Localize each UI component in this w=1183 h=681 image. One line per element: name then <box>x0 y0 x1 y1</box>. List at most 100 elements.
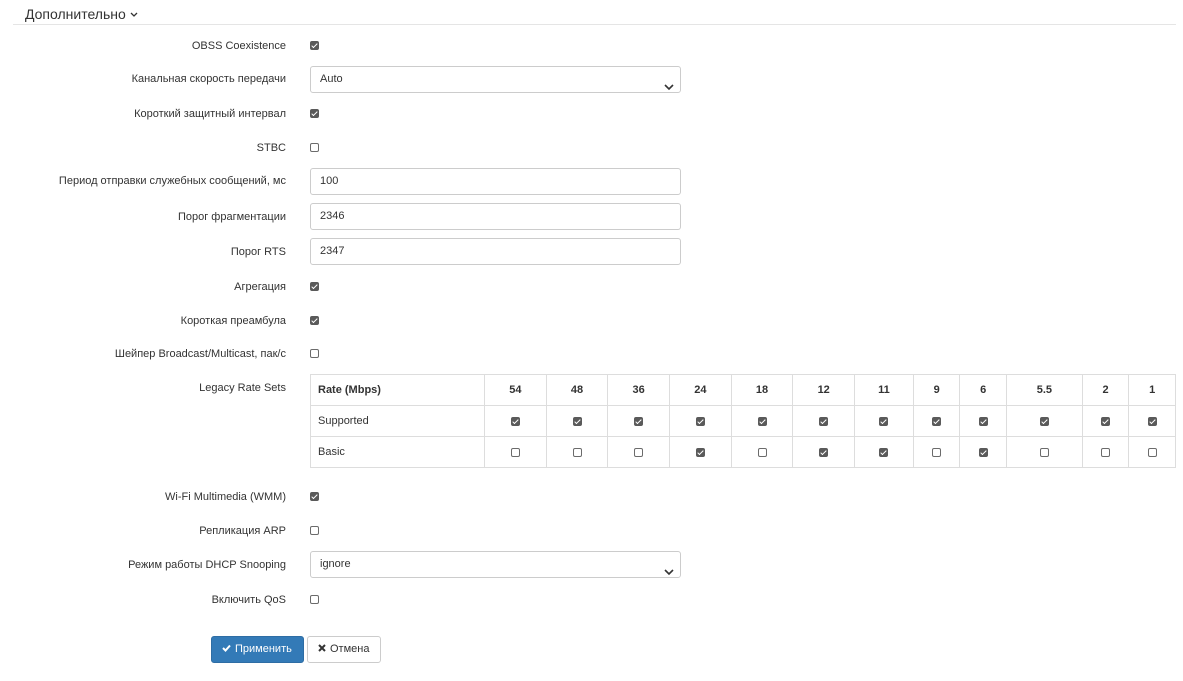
obss-label: OBSS Coexistence <box>191 40 286 52</box>
basic-rate-checkbox-24[interactable] <box>695 447 705 457</box>
rate-cell <box>1128 405 1176 437</box>
arp-label: Репликация ARP <box>199 525 286 537</box>
dhcp-select[interactable]: ignore <box>310 551 681 578</box>
check-icon <box>222 637 231 662</box>
basic-rate-checkbox-11[interactable] <box>879 447 889 457</box>
frag-input-value: 2346 <box>320 210 345 222</box>
supported-rate-checkbox-24[interactable] <box>695 416 705 426</box>
basic-rate-checkbox-36[interactable] <box>634 447 644 457</box>
rate-label: Канальная скорость передачи <box>131 73 286 85</box>
qos-label: Включить QoS <box>211 594 286 606</box>
rate-header-48: 48 <box>545 374 609 406</box>
wmm-checkbox[interactable] <box>310 492 319 501</box>
rates-header-row: Rate (Mbps) 54 48 36 24 18 12 11 9 6 5.5 2 1 <box>310 374 1176 406</box>
rate-cell <box>792 405 856 437</box>
rate-cell <box>1081 436 1130 468</box>
rates-basic-row: Basic <box>310 436 1176 468</box>
section-title[interactable]: Дополнительно <box>25 6 138 23</box>
rate-select[interactable]: Auto <box>310 66 681 93</box>
basic-rate-checkbox-1[interactable] <box>1147 447 1157 457</box>
rate-cell <box>854 436 914 468</box>
rate-cell <box>912 405 961 437</box>
chevron-down-icon <box>664 561 674 586</box>
cancel-button-label: Отмена <box>330 643 370 655</box>
basic-rate-checkbox-5.5[interactable] <box>1039 447 1049 457</box>
basic-rate-checkbox-54[interactable] <box>510 447 520 457</box>
supported-rate-checkbox-5.5[interactable] <box>1039 416 1049 426</box>
qos-checkbox[interactable] <box>310 595 319 604</box>
basic-rate-checkbox-12[interactable] <box>819 447 829 457</box>
aggr-checkbox[interactable] <box>310 282 319 291</box>
basic-rate-checkbox-6[interactable] <box>978 447 988 457</box>
stbc-checkbox[interactable] <box>310 143 319 152</box>
apply-button[interactable]: Применить <box>211 636 304 663</box>
frag-input[interactable]: 2346 <box>310 203 681 230</box>
rate-cell <box>959 436 1007 468</box>
supported-rate-checkbox-6[interactable] <box>978 416 988 426</box>
rts-label: Порог RTS <box>230 246 286 258</box>
times-icon <box>318 637 326 662</box>
arp-checkbox[interactable] <box>310 526 319 535</box>
sgi-checkbox[interactable] <box>310 109 319 118</box>
rate-header-11: 11 <box>854 374 914 406</box>
obss-checkbox[interactable] <box>310 41 319 50</box>
rate-cell <box>669 436 732 468</box>
supported-rate-checkbox-48[interactable] <box>572 416 582 426</box>
basic-rate-checkbox-9[interactable] <box>932 447 942 457</box>
supported-rate-checkbox-2[interactable] <box>1101 416 1111 426</box>
rates-supported-row: Supported <box>310 405 1176 437</box>
rate-header-18: 18 <box>730 374 794 406</box>
rts-input[interactable]: 2347 <box>310 238 681 265</box>
supported-rate-checkbox-11[interactable] <box>879 416 889 426</box>
shaper-label: Шейпер Broadcast/Multicast, пак/с <box>114 348 286 360</box>
shaper-checkbox[interactable] <box>310 349 319 358</box>
supported-rate-checkbox-36[interactable] <box>634 416 644 426</box>
beacon-input-value: 100 <box>320 175 339 187</box>
beacon-label: Период отправки служебных сообщений, мс <box>58 175 286 187</box>
supported-rate-checkbox-1[interactable] <box>1147 416 1157 426</box>
rates-table: Rate (Mbps) 54 48 36 24 18 12 11 9 6 5.5 2 1 Suppor… <box>310 374 1176 468</box>
supported-rate-checkbox-12[interactable] <box>819 416 829 426</box>
rate-cell <box>1081 405 1130 437</box>
chevron-down-icon <box>664 76 674 101</box>
rate-cell <box>959 405 1007 437</box>
rate-cell <box>545 405 609 437</box>
basic-rate-checkbox-18[interactable] <box>757 447 767 457</box>
rate-select-value: Auto <box>320 73 343 85</box>
rate-header-1: 1 <box>1128 374 1176 406</box>
rate-header-24: 24 <box>669 374 732 406</box>
apply-button-label: Применить <box>235 643 292 655</box>
rate-cell <box>854 405 914 437</box>
rate-header-9: 9 <box>912 374 961 406</box>
preamble-checkbox[interactable] <box>310 316 319 325</box>
basic-rate-checkbox-2[interactable] <box>1101 447 1111 457</box>
rate-header-12: 12 <box>792 374 856 406</box>
rate-header-5.5: 5.5 <box>1005 374 1083 406</box>
basic-rate-checkbox-48[interactable] <box>572 447 582 457</box>
rate-cell <box>730 436 794 468</box>
rate-header-54: 54 <box>484 374 547 406</box>
rate-header-2: 2 <box>1081 374 1130 406</box>
rate-cell <box>1128 436 1176 468</box>
dhcp-label: Режим работы DHCP Snooping <box>128 559 286 571</box>
beacon-input[interactable]: 100 <box>310 168 681 195</box>
rate-cell <box>730 405 794 437</box>
section-title-text: Дополнительно <box>25 6 126 22</box>
stbc-label: STBC <box>256 142 286 154</box>
rate-cell <box>484 405 547 437</box>
wmm-label: Wi-Fi Multimedia (WMM) <box>165 491 286 503</box>
rate-header-36: 36 <box>607 374 671 406</box>
rates-row-label: Basic <box>310 436 485 468</box>
rate-cell <box>1005 405 1083 437</box>
aggr-label: Агрегация <box>234 281 286 293</box>
rate-cell <box>1005 436 1083 468</box>
supported-rate-checkbox-9[interactable] <box>932 416 942 426</box>
rate-cell <box>912 436 961 468</box>
rate-cell <box>607 436 671 468</box>
section-header[interactable]: Дополнительно <box>13 0 1176 25</box>
chevron-down-icon <box>130 5 138 21</box>
rate-cell <box>545 436 609 468</box>
supported-rate-checkbox-54[interactable] <box>510 416 520 426</box>
supported-rate-checkbox-18[interactable] <box>757 416 767 426</box>
cancel-button[interactable]: Отмена <box>307 636 381 663</box>
